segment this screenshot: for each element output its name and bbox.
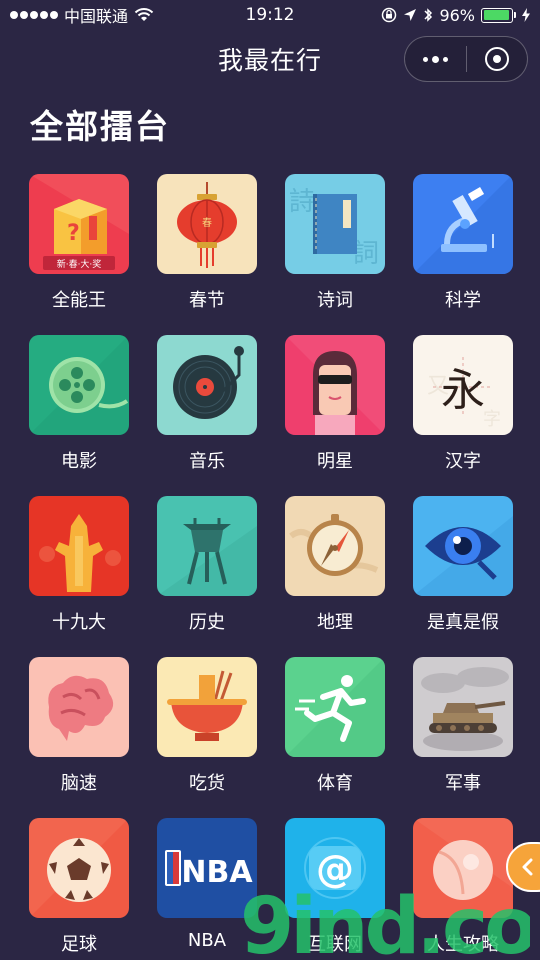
category-tile-zuqiu[interactable]: 足球	[29, 818, 129, 958]
category-label: 人生攻略	[427, 934, 499, 955]
microscope-icon	[413, 174, 513, 274]
battery-icon	[481, 7, 516, 23]
section-title: 全部擂台	[30, 107, 170, 146]
bronze-vessel-icon	[157, 496, 257, 596]
status-right: 96%	[381, 6, 530, 25]
category-label: 明星	[317, 451, 353, 472]
category-label: 音乐	[189, 451, 225, 472]
tank-icon	[413, 657, 513, 757]
category-label: NBA	[187, 930, 227, 951]
category-tile-junshi[interactable]: 军事	[413, 657, 513, 797]
category-label: 全能王	[52, 290, 106, 311]
category-tile-chihuo[interactable]: 吃货	[157, 657, 257, 797]
category-label: 脑速	[61, 773, 97, 794]
category-tile-shici[interactable]: 詩 詞 诗词	[285, 174, 385, 314]
category-label: 是真是假	[427, 612, 499, 633]
bluetooth-icon	[424, 8, 433, 22]
category-label: 电影	[61, 451, 97, 472]
category-label: 历史	[189, 612, 225, 633]
category-tile-rensheng[interactable]: 人生攻略	[413, 818, 513, 958]
lantern-icon: 春	[157, 174, 257, 274]
category-label: 体育	[317, 773, 353, 794]
category-tile-kexue[interactable]: 科学	[413, 174, 513, 314]
at-glyph: @	[316, 847, 354, 891]
category-label: 十九大	[52, 612, 106, 633]
category-tile-naosu[interactable]: 脑速	[29, 657, 129, 797]
wifi-icon	[134, 8, 154, 21]
nav-bar: 我最在行	[0, 30, 540, 88]
close-button[interactable]	[467, 37, 528, 81]
category-tile-hanzi[interactable]: 又 字 永 汉字	[413, 335, 513, 475]
category-tile-mingxing[interactable]: 明星	[285, 335, 385, 475]
category-label: 军事	[445, 773, 481, 794]
category-tile-lishi[interactable]: 历史	[157, 496, 257, 636]
page-title: 我最在行	[217, 46, 322, 75]
category-tile-dianying[interactable]: 电影	[29, 335, 129, 475]
category-tile-shizhenshijia[interactable]: 是真是假	[413, 496, 513, 636]
category-label: 科学	[445, 290, 481, 311]
carrier-label: 中国联通	[64, 7, 129, 26]
status-left: 中国联通	[10, 3, 154, 27]
svg-text:?: ?	[67, 221, 80, 246]
svg-text:春: 春	[202, 217, 212, 229]
nba-glyph: NBA	[181, 855, 253, 890]
category-label: 汉字	[445, 451, 481, 472]
status-bar: 中国联通 19:12 96%	[0, 0, 540, 30]
orientation-lock-icon	[382, 7, 397, 23]
category-label: 地理	[317, 612, 353, 633]
category-label: 春节	[189, 290, 225, 311]
hotpot-icon	[157, 657, 257, 757]
more-icon	[422, 55, 448, 63]
category-label: 诗词	[317, 290, 353, 311]
book-icon: 詩 詞	[285, 174, 385, 274]
chevron-left-icon	[522, 858, 533, 876]
celebrity-icon	[285, 335, 385, 435]
runner-icon	[285, 657, 385, 757]
compass-icon	[285, 496, 385, 596]
brain-icon	[29, 657, 129, 757]
category-tile-dili[interactable]: 地理	[285, 496, 385, 636]
signal-dots-icon	[10, 11, 58, 19]
soccer-ball-icon	[29, 818, 129, 918]
category-tile-shijiuda[interactable]: 十九大	[29, 496, 129, 636]
vinyl-record-icon	[157, 335, 257, 435]
location-arrow-icon	[404, 9, 417, 21]
category-tile-hulianwang[interactable]: @ 互联网	[285, 818, 385, 958]
monument-icon	[29, 496, 129, 596]
category-tile-yinyue[interactable]: 音乐	[157, 335, 257, 475]
category-tile-chunjie[interactable]: 春 春节	[157, 174, 257, 314]
mini-program-capsule	[404, 36, 528, 82]
hanzi-glyph: 永	[441, 365, 485, 416]
film-reel-icon	[29, 335, 129, 435]
nba-logo-icon: NBA	[157, 818, 257, 918]
close-target-icon	[484, 47, 509, 71]
eye-icon	[413, 496, 513, 596]
chinese-character-icon: 又 字 永	[413, 335, 513, 435]
peach-icon	[413, 818, 513, 918]
battery-percent: 96%	[439, 5, 475, 25]
category-tile-tiyu[interactable]: 体育	[285, 657, 385, 797]
mystery-box-icon: ? 新·春·大·奖	[29, 174, 129, 274]
svg-text:詩: 詩	[289, 187, 315, 217]
category-tile-quannengwang[interactable]: ? 新·春·大·奖 全能王	[29, 174, 129, 314]
at-sign-icon: @	[285, 818, 385, 918]
category-tile-nba[interactable]: NBA NBA	[157, 818, 257, 958]
svg-text:新·春·大·奖: 新·春·大·奖	[57, 258, 102, 270]
charging-bolt-icon	[522, 8, 530, 22]
category-label: 吃货	[189, 773, 225, 794]
more-button[interactable]	[405, 37, 466, 81]
category-label: 互联网	[308, 934, 362, 955]
svg-text:字: 字	[483, 409, 501, 430]
category-label: 足球	[61, 934, 97, 955]
